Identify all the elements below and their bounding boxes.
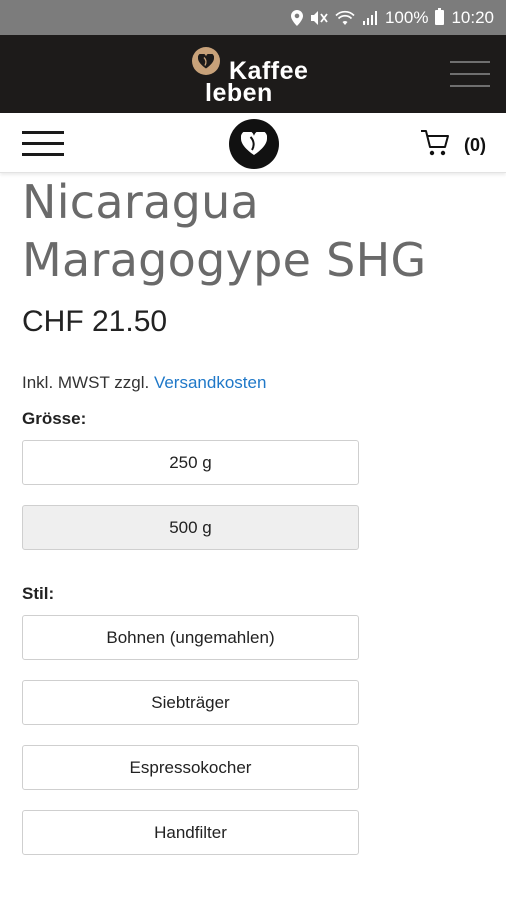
- style-option-portafilter[interactable]: Siebträger: [22, 680, 359, 725]
- home-logo-button[interactable]: [229, 119, 279, 169]
- cart-count: (0): [464, 135, 486, 155]
- style-option-hand-filter[interactable]: Handfilter: [22, 810, 359, 855]
- heart-bean-icon: [192, 47, 220, 75]
- product-title-line1: Nicaragua: [22, 175, 260, 229]
- hamburger-menu-icon[interactable]: [22, 131, 64, 157]
- battery-icon: [435, 8, 445, 25]
- wifi-icon: [335, 10, 355, 26]
- size-label: Grösse:: [22, 409, 87, 428]
- nav-bar: (0): [0, 113, 506, 173]
- status-bar: 100% 10:20: [0, 0, 506, 35]
- mute-icon: [310, 10, 328, 26]
- signal-icon: [362, 10, 378, 26]
- header-menu-button[interactable]: [450, 61, 490, 89]
- product-title: Nicaragua Maragogype SHG: [22, 173, 484, 289]
- product-title-line2: Maragogype SHG: [22, 233, 427, 287]
- kaffee-leben-logo[interactable]: Kaffee leben: [191, 45, 321, 107]
- product-detail: Nicaragua Maragogype SHG CHF 21.50 Inkl.…: [22, 173, 484, 855]
- style-option-moka-pot[interactable]: Espressokocher: [22, 745, 359, 790]
- size-options: 250 g 500 g: [22, 440, 484, 550]
- cart-button[interactable]: (0): [420, 129, 486, 162]
- cart-icon: [420, 129, 450, 162]
- shipping-costs-link[interactable]: Versandkosten: [154, 373, 266, 392]
- battery-percent: 100%: [384, 7, 429, 27]
- style-options: Bohnen (ungemahlen) Siebträger Espressok…: [22, 615, 484, 855]
- clock: 10:20: [451, 7, 494, 27]
- size-option-500g[interactable]: 500 g: [22, 505, 359, 550]
- tax-note-text: Inkl. MWST zzgl.: [22, 373, 150, 392]
- location-icon: [290, 9, 303, 26]
- size-option-250g[interactable]: 250 g: [22, 440, 359, 485]
- tax-note: Inkl. MWST zzgl. Versandkosten: [22, 373, 484, 393]
- product-price: CHF 21.50: [22, 305, 168, 338]
- brand-header: Kaffee leben: [0, 35, 506, 113]
- style-option-beans[interactable]: Bohnen (ungemahlen): [22, 615, 359, 660]
- heart-bean-icon: [241, 132, 267, 155]
- logo-text-leben: leben: [205, 79, 273, 107]
- style-label: Stil:: [22, 584, 55, 603]
